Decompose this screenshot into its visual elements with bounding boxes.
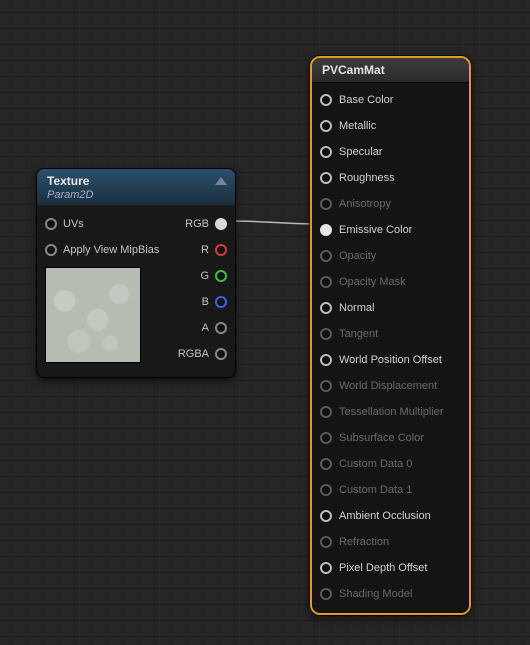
material-pin-row-wpo: World Position Offset [312, 347, 469, 373]
collapse-arrow-icon[interactable] [215, 177, 227, 185]
input-row-mipbias: Apply View MipBias [45, 237, 159, 263]
output-label-r: R [201, 244, 209, 256]
output-pin-r[interactable] [215, 244, 227, 256]
input-row-uvs: UVs [45, 211, 159, 237]
output-row-rgba: RGBA [165, 341, 227, 367]
material-output-node[interactable]: PVCamMat Base Color Metallic Specular Rough… [310, 56, 471, 615]
output-row-g: G [165, 263, 227, 289]
output-pin-g[interactable] [215, 270, 227, 282]
material-pin-shading_model [320, 588, 332, 600]
material-pin-row-tangent: Tangent [312, 321, 469, 347]
material-pin-label-normal: Normal [339, 302, 374, 314]
material-pin-row-world_disp: World Displacement [312, 373, 469, 399]
material-pin-row-roughness: Roughness [312, 165, 469, 191]
material-node-body: Base Color Metallic Specular Roughness Aniso… [312, 83, 469, 613]
material-pin-subsurface [320, 432, 332, 444]
material-pin-row-normal: Normal [312, 295, 469, 321]
material-pin-row-metallic: Metallic [312, 113, 469, 139]
material-pin-specular[interactable] [320, 146, 332, 158]
texture-node[interactable]: Texture Param2D UVs Apply View MipBias R… [36, 168, 236, 378]
material-pin-label-ao: Ambient Occlusion [339, 510, 431, 522]
material-pin-row-refraction: Refraction [312, 529, 469, 555]
output-label-a: A [202, 322, 209, 334]
output-label-b: B [202, 296, 209, 308]
material-pin-wpo[interactable] [320, 354, 332, 366]
material-pin-label-subsurface: Subsurface Color [339, 432, 424, 444]
material-pin-roughness[interactable] [320, 172, 332, 184]
material-pin-label-specular: Specular [339, 146, 382, 158]
texture-node-title: Texture [47, 174, 225, 188]
material-pin-row-base_color: Base Color [312, 87, 469, 113]
material-pin-emissive[interactable] [320, 224, 332, 236]
material-pin-label-refraction: Refraction [339, 536, 389, 548]
material-pin-pdo[interactable] [320, 562, 332, 574]
material-pin-row-tess_mult: Tessellation Multiplier [312, 399, 469, 425]
output-label-rgb: RGB [185, 218, 209, 230]
material-pin-opacity_mask [320, 276, 332, 288]
texture-preview-thumbnail[interactable] [45, 267, 141, 363]
output-pin-rgb[interactable] [215, 218, 227, 230]
material-pin-ao[interactable] [320, 510, 332, 522]
material-pin-row-anisotropy: Anisotropy [312, 191, 469, 217]
material-pin-base_color[interactable] [320, 94, 332, 106]
material-pin-row-shading_model: Shading Model [312, 581, 469, 607]
output-pin-b[interactable] [215, 296, 227, 308]
material-pin-anisotropy [320, 198, 332, 210]
texture-node-body: UVs Apply View MipBias RGB R G B [37, 205, 235, 377]
material-pin-label-anisotropy: Anisotropy [339, 198, 391, 210]
material-node-title[interactable]: PVCamMat [312, 58, 469, 83]
output-pin-a[interactable] [215, 322, 227, 334]
output-row-a: A [165, 315, 227, 341]
material-pin-custom0 [320, 458, 332, 470]
material-pin-label-metallic: Metallic [339, 120, 376, 132]
input-pin-uvs[interactable] [45, 218, 57, 230]
material-pin-row-specular: Specular [312, 139, 469, 165]
input-label-mipbias: Apply View MipBias [63, 244, 159, 256]
material-pin-tangent [320, 328, 332, 340]
material-pin-row-emissive: Emissive Color [312, 217, 469, 243]
material-pin-label-opacity: Opacity [339, 250, 376, 262]
material-pin-label-custom1: Custom Data 1 [339, 484, 412, 496]
material-pin-label-custom0: Custom Data 0 [339, 458, 412, 470]
material-pin-label-tess_mult: Tessellation Multiplier [339, 406, 444, 418]
material-pin-row-opacity_mask: Opacity Mask [312, 269, 469, 295]
material-pin-label-world_disp: World Displacement [339, 380, 437, 392]
material-pin-label-opacity_mask: Opacity Mask [339, 276, 406, 288]
material-pin-label-emissive: Emissive Color [339, 224, 412, 236]
material-pin-label-shading_model: Shading Model [339, 588, 412, 600]
input-pin-mipbias[interactable] [45, 244, 57, 256]
material-pin-opacity [320, 250, 332, 262]
texture-node-subtitle: Param2D [47, 189, 225, 201]
material-pin-label-roughness: Roughness [339, 172, 395, 184]
material-pin-metallic[interactable] [320, 120, 332, 132]
material-pin-label-pdo: Pixel Depth Offset [339, 562, 427, 574]
material-pin-row-opacity: Opacity [312, 243, 469, 269]
material-pin-row-custom0: Custom Data 0 [312, 451, 469, 477]
output-label-rgba: RGBA [178, 348, 209, 360]
material-pin-row-custom1: Custom Data 1 [312, 477, 469, 503]
material-pin-normal[interactable] [320, 302, 332, 314]
material-pin-row-ao: Ambient Occlusion [312, 503, 469, 529]
material-pin-refraction [320, 536, 332, 548]
material-pin-label-base_color: Base Color [339, 94, 393, 106]
material-pin-world_disp [320, 380, 332, 392]
material-pin-label-wpo: World Position Offset [339, 354, 442, 366]
output-row-r: R [165, 237, 227, 263]
texture-node-header[interactable]: Texture Param2D [37, 169, 235, 205]
material-pin-tess_mult [320, 406, 332, 418]
output-pin-rgba[interactable] [215, 348, 227, 360]
output-row-rgb: RGB [165, 211, 227, 237]
material-pin-custom1 [320, 484, 332, 496]
material-pin-row-pdo: Pixel Depth Offset [312, 555, 469, 581]
output-label-g: G [200, 270, 209, 282]
material-pin-label-tangent: Tangent [339, 328, 378, 340]
input-label-uvs: UVs [63, 218, 84, 230]
material-pin-row-subsurface: Subsurface Color [312, 425, 469, 451]
output-row-b: B [165, 289, 227, 315]
